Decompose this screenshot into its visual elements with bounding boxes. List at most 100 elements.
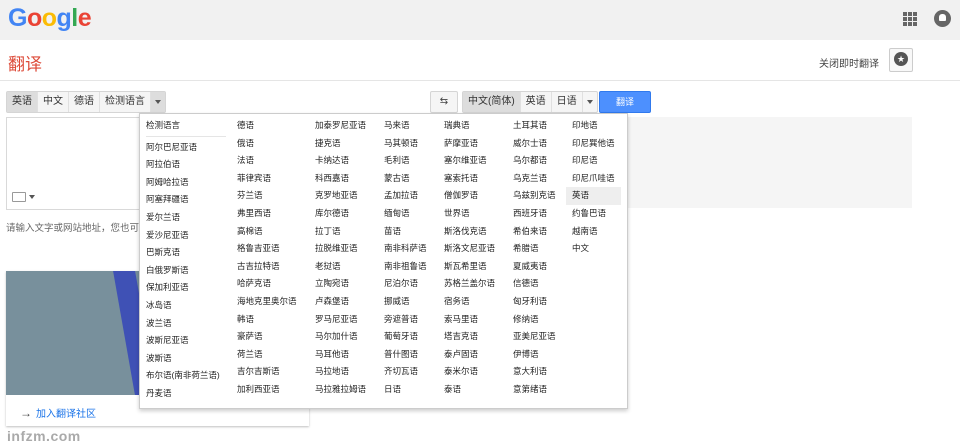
language-option[interactable]: 日语 [378, 381, 433, 399]
language-option[interactable]: 弗里西语 [231, 205, 303, 223]
language-option[interactable]: 威尔士语 [507, 135, 562, 153]
language-option[interactable]: 波斯尼亚语 [140, 332, 226, 350]
language-option[interactable]: 西班牙语 [507, 205, 562, 223]
source-lang-tab[interactable]: 检测语言 [100, 92, 151, 112]
language-option[interactable]: 南非祖鲁语 [378, 258, 433, 276]
language-option[interactable]: 乌兹别克语 [507, 187, 562, 205]
language-option[interactable]: 斯瓦希里语 [438, 258, 501, 276]
language-option[interactable]: 立陶宛语 [309, 275, 372, 293]
language-option[interactable]: 孟加拉语 [378, 187, 433, 205]
language-option[interactable]: 毛利语 [378, 152, 433, 170]
source-text-input[interactable] [6, 117, 140, 210]
google-logo[interactable]: Google [8, 4, 92, 33]
language-option[interactable]: 卢森堡语 [309, 293, 372, 311]
language-option[interactable]: 白俄罗斯语 [140, 262, 226, 280]
language-option[interactable]: 布尔语(南非荷兰语) [140, 367, 226, 385]
target-lang-dropdown-button[interactable] [583, 92, 597, 112]
swap-languages-button[interactable]: ⇆ [430, 91, 458, 113]
language-option[interactable]: 苗语 [378, 223, 433, 241]
language-option[interactable]: 波兰语 [140, 315, 226, 333]
language-option[interactable]: 旁遮普语 [378, 311, 433, 329]
language-option[interactable]: 齐切瓦语 [378, 363, 433, 381]
language-option[interactable]: 普什图语 [378, 346, 433, 364]
language-option[interactable]: 拉丁语 [309, 223, 372, 241]
language-option[interactable]: 捷克语 [309, 135, 372, 153]
language-option[interactable]: 爱沙尼亚语 [140, 227, 226, 245]
language-option[interactable]: 英语 [566, 187, 621, 205]
language-option[interactable]: 希腊语 [507, 240, 562, 258]
language-option[interactable]: 越南语 [566, 223, 621, 241]
language-option[interactable]: 印地语 [566, 117, 621, 135]
language-option[interactable]: 吉尔吉斯语 [231, 363, 303, 381]
language-option[interactable]: 科西嘉语 [309, 170, 372, 188]
language-option[interactable]: 加利西亚语 [231, 381, 303, 399]
language-option[interactable]: 印尼巽他语 [566, 135, 621, 153]
language-option[interactable]: 意第绪语 [507, 381, 562, 399]
target-lang-tab[interactable]: 英语 [521, 92, 552, 112]
language-option[interactable]: 宿务语 [438, 293, 501, 311]
language-option[interactable]: 拉脱维亚语 [309, 240, 372, 258]
language-option[interactable]: 法语 [231, 152, 303, 170]
language-option[interactable]: 阿姆哈拉语 [140, 174, 226, 192]
language-option[interactable]: 苏格兰盖尔语 [438, 275, 501, 293]
language-option[interactable]: 马尔加什语 [309, 328, 372, 346]
language-option[interactable]: 亚美尼亚语 [507, 328, 562, 346]
apps-grid-icon[interactable] [903, 12, 917, 26]
language-option[interactable]: 爱尔兰语 [140, 209, 226, 227]
language-option[interactable]: 冰岛语 [140, 297, 226, 315]
language-option[interactable]: 马其顿语 [378, 135, 433, 153]
language-option[interactable]: 印尼语 [566, 152, 621, 170]
language-option[interactable]: 瑞典语 [438, 117, 501, 135]
language-option[interactable]: 信德语 [507, 275, 562, 293]
language-option[interactable]: 印尼爪哇语 [566, 170, 621, 188]
language-option[interactable]: 阿塞拜疆语 [140, 191, 226, 209]
language-option[interactable]: 芬兰语 [231, 187, 303, 205]
keyboard-icon[interactable] [12, 192, 26, 202]
language-option[interactable]: 意大利语 [507, 363, 562, 381]
language-option[interactable]: 俄语 [231, 135, 303, 153]
language-option[interactable]: 罗马尼亚语 [309, 311, 372, 329]
language-option[interactable]: 老挝语 [309, 258, 372, 276]
language-option[interactable]: 保加利亚语 [140, 279, 226, 297]
language-option[interactable]: 库尔德语 [309, 205, 372, 223]
language-option[interactable]: 塔吉克语 [438, 328, 501, 346]
language-option[interactable]: 哈萨克语 [231, 275, 303, 293]
language-option[interactable]: 波斯语 [140, 350, 226, 368]
language-option[interactable]: 马来语 [378, 117, 433, 135]
language-option[interactable]: 马拉地语 [309, 363, 372, 381]
language-option[interactable]: 修纳语 [507, 311, 562, 329]
language-option[interactable]: 中文 [566, 240, 621, 258]
language-option[interactable]: 豪萨语 [231, 328, 303, 346]
language-option[interactable]: 尼泊尔语 [378, 275, 433, 293]
phrasebook-button[interactable]: ★ [889, 48, 913, 72]
instant-translate-toggle[interactable]: 关闭即时翻译 [819, 55, 879, 70]
source-lang-tab[interactable]: 中文 [38, 92, 69, 112]
language-option[interactable]: 斯洛伐克语 [438, 223, 501, 241]
language-option[interactable]: 僧伽罗语 [438, 187, 501, 205]
language-option[interactable]: 德语 [231, 117, 303, 135]
language-option[interactable]: 希伯来语 [507, 223, 562, 241]
language-option[interactable]: 海地克里奥尔语 [231, 293, 303, 311]
language-option[interactable]: 格鲁吉亚语 [231, 240, 303, 258]
language-option[interactable]: 挪威语 [378, 293, 433, 311]
join-community-link[interactable]: → 加入翻译社区 [20, 405, 96, 420]
language-option[interactable]: 阿尔巴尼亚语 [140, 139, 226, 157]
language-option[interactable]: 检测语言 [140, 117, 226, 135]
language-option[interactable]: 泰卢固语 [438, 346, 501, 364]
language-option[interactable]: 葡萄牙语 [378, 328, 433, 346]
language-option[interactable]: 伊博语 [507, 346, 562, 364]
language-option[interactable]: 巴斯克语 [140, 244, 226, 262]
language-option[interactable]: 韩语 [231, 311, 303, 329]
language-option[interactable]: 泰米尔语 [438, 363, 501, 381]
language-option[interactable]: 匈牙利语 [507, 293, 562, 311]
target-lang-tab[interactable]: 日语 [552, 92, 583, 112]
language-option[interactable]: 南非科萨语 [378, 240, 433, 258]
language-option[interactable]: 古吉拉特语 [231, 258, 303, 276]
language-option[interactable]: 阿拉伯语 [140, 156, 226, 174]
language-option[interactable]: 约鲁巴语 [566, 205, 621, 223]
language-option[interactable]: 卡纳达语 [309, 152, 372, 170]
language-option[interactable]: 荷兰语 [231, 346, 303, 364]
notifications-icon[interactable] [934, 10, 951, 27]
language-option[interactable]: 蒙古语 [378, 170, 433, 188]
language-option[interactable]: 塞尔维亚语 [438, 152, 501, 170]
